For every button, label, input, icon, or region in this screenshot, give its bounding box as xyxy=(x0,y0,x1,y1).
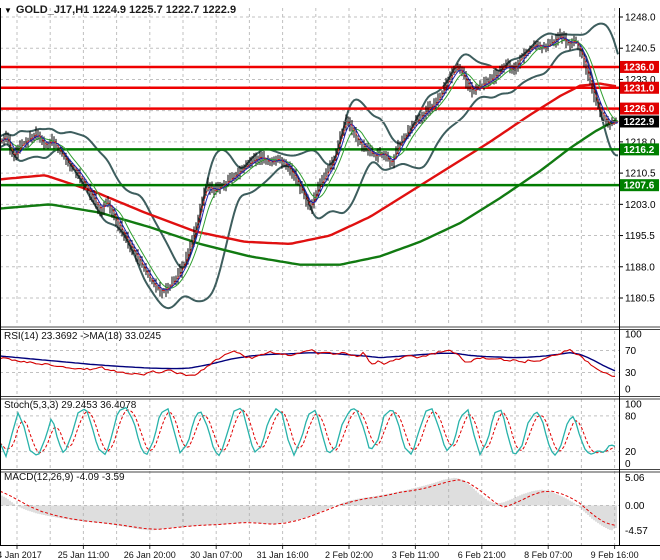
fast-ma-red xyxy=(0,36,619,292)
symbol-ohlc-title: GOLD_J17,H1 1224.9 1225.7 1222.7 1222.9 xyxy=(15,4,237,16)
svg-text:6 Feb 21:00: 6 Feb 21:00 xyxy=(458,550,506,560)
svg-text:30 Jan 07:00: 30 Jan 07:00 xyxy=(190,550,242,560)
svg-text:100: 100 xyxy=(625,330,642,341)
resistance-price-badge: 1236.0 xyxy=(620,60,659,73)
svg-text:1195.5: 1195.5 xyxy=(625,231,655,242)
support-price-badge: 1216.2 xyxy=(620,143,659,156)
svg-text:1203.0: 1203.0 xyxy=(625,200,656,211)
svg-text:5.06: 5.06 xyxy=(625,473,645,484)
resistance-price-badge: 1231.0 xyxy=(620,81,659,94)
svg-text:1226.0: 1226.0 xyxy=(624,104,655,115)
svg-text:0: 0 xyxy=(625,385,631,396)
svg-text:70: 70 xyxy=(625,346,637,357)
macd-histogram xyxy=(1,477,617,531)
rsi-panel[interactable] xyxy=(0,348,619,377)
support-price-badge: 1207.6 xyxy=(620,179,659,192)
svg-text:1210.5: 1210.5 xyxy=(625,169,656,180)
svg-text:1216.2: 1216.2 xyxy=(624,145,655,156)
svg-text:31 Jan 16:00: 31 Jan 16:00 xyxy=(257,550,309,560)
svg-text:2 Feb 02:00: 2 Feb 02:00 xyxy=(325,550,373,560)
main-price-panel[interactable] xyxy=(0,16,619,310)
svg-text:1180.5: 1180.5 xyxy=(625,294,655,305)
svg-text:1236.0: 1236.0 xyxy=(624,62,655,73)
svg-text:-4.57: -4.57 xyxy=(625,526,648,537)
resistance-price-badge: 1226.0 xyxy=(620,102,659,115)
macd-indicator-label: MACD(12,26,9) -4.09 -3.59 xyxy=(4,472,125,483)
macd-panel[interactable] xyxy=(0,477,619,531)
svg-text:0: 0 xyxy=(625,459,631,470)
svg-text:80: 80 xyxy=(625,411,637,422)
svg-text:0.00: 0.00 xyxy=(625,501,645,512)
current-price-badge: 1222.9 xyxy=(620,115,659,128)
collapse-indicator-icon[interactable]: ▼ xyxy=(4,6,12,15)
svg-text:1222.9: 1222.9 xyxy=(624,117,655,128)
svg-text:9 Feb 16:00: 9 Feb 16:00 xyxy=(591,550,639,560)
svg-text:26 Jan 20:00: 26 Jan 20:00 xyxy=(124,550,176,560)
ohlc-price-bars xyxy=(1,28,617,299)
svg-text:24 Jan 2017: 24 Jan 2017 xyxy=(0,550,42,560)
fast-ma-blue xyxy=(0,37,619,291)
svg-text:8 Feb 07:00: 8 Feb 07:00 xyxy=(524,550,572,560)
svg-text:1240.5: 1240.5 xyxy=(625,44,656,55)
stochastic-indicator-label: Stoch(5,3,3) 29.2453 36.4078 xyxy=(4,400,137,411)
chart-title-bar[interactable]: ▼ GOLD_J17,H1 1224.9 1225.7 1222.7 1222.… xyxy=(4,4,236,16)
svg-text:1248.0: 1248.0 xyxy=(625,13,656,24)
time-axis[interactable]: 24 Jan 2017 25 Jan 11:00 26 Jan 20:00 30 Ja… xyxy=(0,546,639,560)
svg-text:1231.0: 1231.0 xyxy=(624,83,655,94)
mt4-chart-window: 1248.01240.51233.01225.51218.01210.51203… xyxy=(0,0,660,560)
svg-text:3 Feb 11:00: 3 Feb 11:00 xyxy=(392,550,439,560)
rsi-indicator-label: RSI(14) 23.3692 ->MA(18) 33.0245 xyxy=(4,331,162,342)
price-levels[interactable] xyxy=(0,65,619,187)
svg-text:20: 20 xyxy=(625,447,637,458)
svg-text:25 Jan 11:00: 25 Jan 11:00 xyxy=(58,550,109,560)
bollinger-upper-band xyxy=(0,22,619,269)
svg-text:1188.0: 1188.0 xyxy=(625,262,655,273)
svg-text:1207.6: 1207.6 xyxy=(624,181,655,192)
fast-ma-green xyxy=(0,39,619,289)
price-axis[interactable]: 1248.01240.51233.01225.51218.01210.51203… xyxy=(619,13,659,538)
svg-text:30: 30 xyxy=(625,368,637,379)
stochastic-panel[interactable] xyxy=(0,406,619,459)
svg-text:100: 100 xyxy=(625,400,642,411)
